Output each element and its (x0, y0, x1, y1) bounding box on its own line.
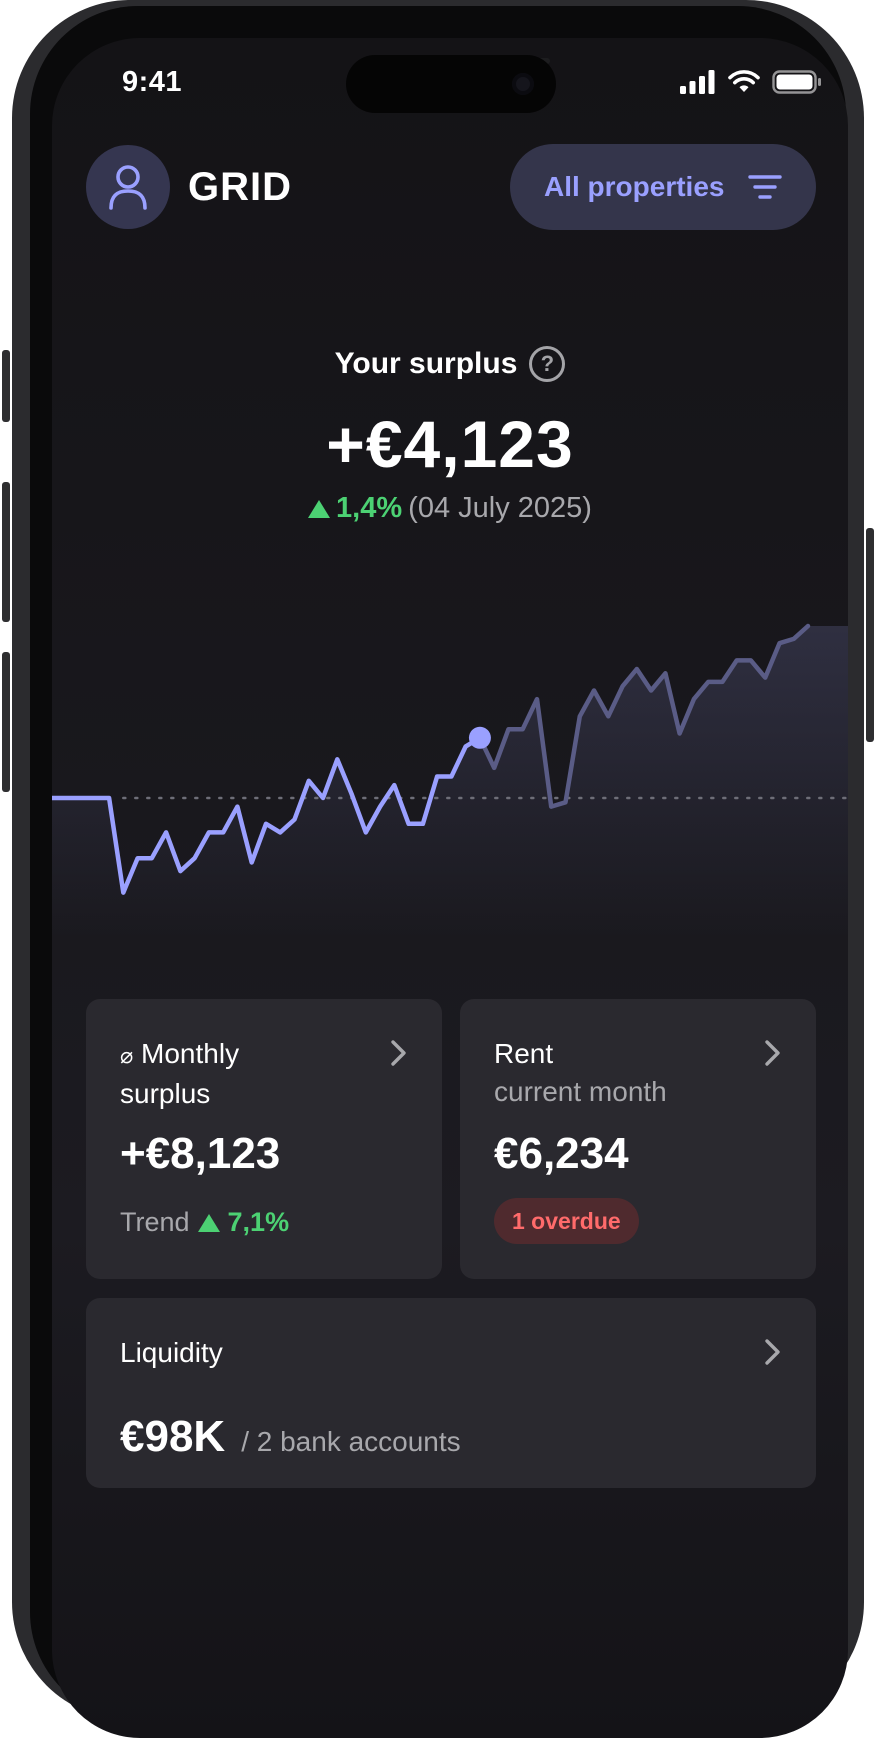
liquidity-detail: / 2 bank accounts (241, 1426, 461, 1457)
monthly-trend: Trend 7,1% (120, 1207, 289, 1238)
surplus-heading: Your surplus ? (52, 346, 848, 382)
screen: 9:41 GRID All properties Your surplus ? … (52, 38, 848, 1738)
rent-title: Rent current month (494, 1035, 667, 1111)
camera-icon (512, 73, 534, 95)
side-button-volume-up (2, 482, 10, 622)
monthly-title: Monthly (141, 1038, 240, 1069)
rent-value: €6,234 (494, 1129, 629, 1178)
battery-icon (772, 70, 821, 94)
rent-card[interactable]: Rent current month €6,234 1 overdue (460, 999, 816, 1279)
chevron-right-icon (765, 1040, 780, 1066)
filter-icon (748, 175, 783, 199)
chart-highlight-point[interactable] (468, 726, 491, 749)
monthly-surplus-title: ⌀ Monthly surplus (120, 1035, 239, 1113)
liquidity-value-row: €98K / 2 bank accounts (120, 1412, 461, 1462)
phone-frame: 9:41 GRID All properties Your surplus ? … (2, 0, 874, 1738)
side-button-power (866, 528, 874, 742)
status-icons (680, 70, 822, 94)
profile-button[interactable] (86, 145, 170, 229)
surplus-line-chart[interactable] (52, 558, 848, 938)
trend-up-icon (197, 1213, 220, 1232)
wifi-icon (728, 70, 760, 92)
side-button-volume-down (2, 652, 10, 792)
liquidity-card[interactable]: Liquidity €98K / 2 bank accounts (86, 1298, 816, 1488)
chevron-right-icon (765, 1339, 780, 1365)
surplus-change-date: (04 July 2025) (408, 492, 592, 524)
monthly-surplus-value: +€8,123 (120, 1129, 281, 1178)
signal-icon (680, 70, 715, 94)
trend-label: Trend (120, 1207, 190, 1237)
surplus-change-percent: 1,4% (336, 492, 403, 524)
user-icon (109, 165, 147, 210)
rent-title-text: Rent (494, 1038, 554, 1069)
monthly-title-2: surplus (120, 1078, 211, 1109)
app-brand: GRID (188, 165, 292, 209)
filter-label: All properties (544, 171, 725, 202)
average-symbol: ⌀ (120, 1043, 134, 1068)
surplus-change: 1,4% (04 July 2025) (52, 492, 848, 525)
liquidity-title: Liquidity (120, 1337, 223, 1368)
overdue-badge[interactable]: 1 overdue (494, 1198, 639, 1244)
status-time: 9:41 (122, 66, 183, 98)
liquidity-value: €98K (120, 1412, 226, 1461)
help-icon[interactable]: ? (529, 346, 566, 382)
surplus-value: +€4,123 (326, 407, 574, 481)
chevron-right-icon (391, 1040, 406, 1066)
trend-up-icon (308, 499, 331, 518)
rent-subtitle: current month (494, 1076, 667, 1107)
monthly-surplus-card[interactable]: ⌀ Monthly surplus +€8,123 Trend 7,1% (86, 999, 442, 1279)
all-properties-filter-button[interactable]: All properties (510, 144, 816, 230)
dynamic-island (346, 55, 556, 113)
trend-value: 7,1% (227, 1207, 290, 1237)
side-button-action (2, 350, 10, 422)
surplus-label: Your surplus (334, 347, 518, 380)
